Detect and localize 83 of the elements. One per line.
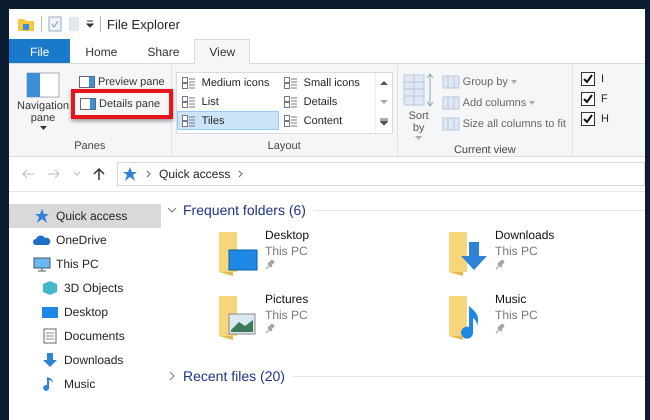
caret-icon [529, 101, 536, 105]
scroll-up-icon[interactable] [380, 80, 388, 86]
pane-icon [79, 76, 95, 88]
address-bar[interactable]: Quick access [117, 162, 645, 186]
folder-name: Desktop [265, 228, 310, 242]
pane-icon [80, 98, 96, 110]
folder-location: This PC [265, 244, 309, 258]
group-label: Layout [266, 140, 302, 154]
pc-icon [33, 256, 51, 272]
nav-item[interactable]: OneDrive [9, 228, 161, 252]
checkbox[interactable] [580, 112, 595, 126]
layout-icon [182, 114, 196, 126]
nav-item[interactable]: Downloads [9, 348, 161, 372]
layout-icon [284, 114, 298, 126]
up-icon[interactable] [93, 167, 105, 181]
caret-icon [510, 80, 517, 84]
ribbon-tab[interactable]: Share [132, 39, 194, 63]
checkbox[interactable] [580, 72, 595, 86]
window-title: File Explorer [107, 16, 180, 32]
chevron-icon[interactable] [238, 170, 244, 178]
group-label: Current view [452, 144, 517, 158]
caret-icon [415, 136, 422, 140]
navigation-pane-button[interactable]: Navigation pane [13, 68, 73, 140]
nav-item[interactable]: Music [9, 372, 161, 396]
properties-icon[interactable] [48, 16, 62, 32]
ribbon-tab[interactable]: Home [70, 39, 132, 63]
star-icon [122, 166, 138, 182]
layout-option[interactable]: List [176, 92, 279, 111]
nav-item[interactable]: This PC [9, 252, 161, 276]
expand-gallery-icon[interactable] [380, 118, 388, 126]
checkbox-label: H [600, 113, 609, 125]
chevron-icon [167, 205, 177, 215]
view-command-button[interactable]: Group by [440, 72, 568, 92]
folder-location: This PC [495, 244, 539, 258]
checkbox-label: I [600, 73, 604, 85]
sort-icon [402, 72, 435, 108]
columns-icon [442, 117, 460, 131]
customize-caret-icon[interactable] [86, 20, 94, 28]
checkbox-label: F [600, 93, 608, 105]
document-icon [41, 328, 59, 344]
button-label: Navigation pane [16, 100, 70, 124]
view-command-button[interactable]: Add columns [440, 93, 568, 113]
nav-item[interactable]: 3D Objects [9, 276, 161, 300]
star-icon [33, 208, 51, 224]
button-label: Sort by [408, 110, 430, 134]
folder-name: Downloads [495, 228, 554, 242]
desktop-icon [41, 304, 59, 320]
path-segment[interactable]: Quick access [159, 167, 230, 181]
layout-option[interactable]: Details [278, 92, 375, 111]
layout-option[interactable]: Medium icons [176, 73, 279, 92]
chevron-icon [167, 371, 177, 381]
pane-button[interactable]: Details pane [78, 94, 162, 114]
cube-icon [41, 280, 59, 296]
folder-name: Music [495, 292, 528, 306]
columns-icon [442, 96, 460, 110]
layout-option[interactable]: Small icons [278, 73, 375, 92]
layout-icon [284, 76, 298, 88]
folder-location: This PC [495, 308, 538, 322]
view-command-button[interactable]: Size all columns to fit [440, 114, 568, 134]
layout-option[interactable]: Content [278, 111, 375, 130]
columns-icon [442, 75, 460, 89]
nav-item[interactable]: Desktop [9, 300, 161, 324]
checkbox[interactable] [580, 92, 595, 106]
layout-icon [182, 96, 196, 108]
group-header[interactable]: Frequent folders (6) [167, 202, 306, 218]
folder-icon [17, 16, 35, 32]
layout-option[interactable]: Tiles [176, 111, 279, 130]
group-label: Panes [73, 140, 106, 154]
group-header[interactable]: Recent files (20) [167, 368, 285, 384]
pane-button[interactable]: Preview pane [77, 72, 167, 92]
download-icon [41, 352, 59, 368]
layout-icon [182, 76, 196, 88]
ribbon-tab[interactable]: View [194, 39, 250, 64]
sort-by-button[interactable]: Sort by [402, 68, 436, 144]
nav-item[interactable]: Documents [9, 324, 161, 348]
navigation-pane-icon [26, 72, 60, 98]
nav-item[interactable]: Quick access [9, 204, 161, 228]
chevron-icon[interactable] [146, 170, 151, 178]
caret-icon [40, 126, 46, 130]
folder-name: Pictures [265, 292, 308, 306]
file-menu-tab[interactable]: File [9, 39, 70, 63]
layout-icon [284, 96, 298, 108]
folder-location: This PC [265, 308, 308, 322]
